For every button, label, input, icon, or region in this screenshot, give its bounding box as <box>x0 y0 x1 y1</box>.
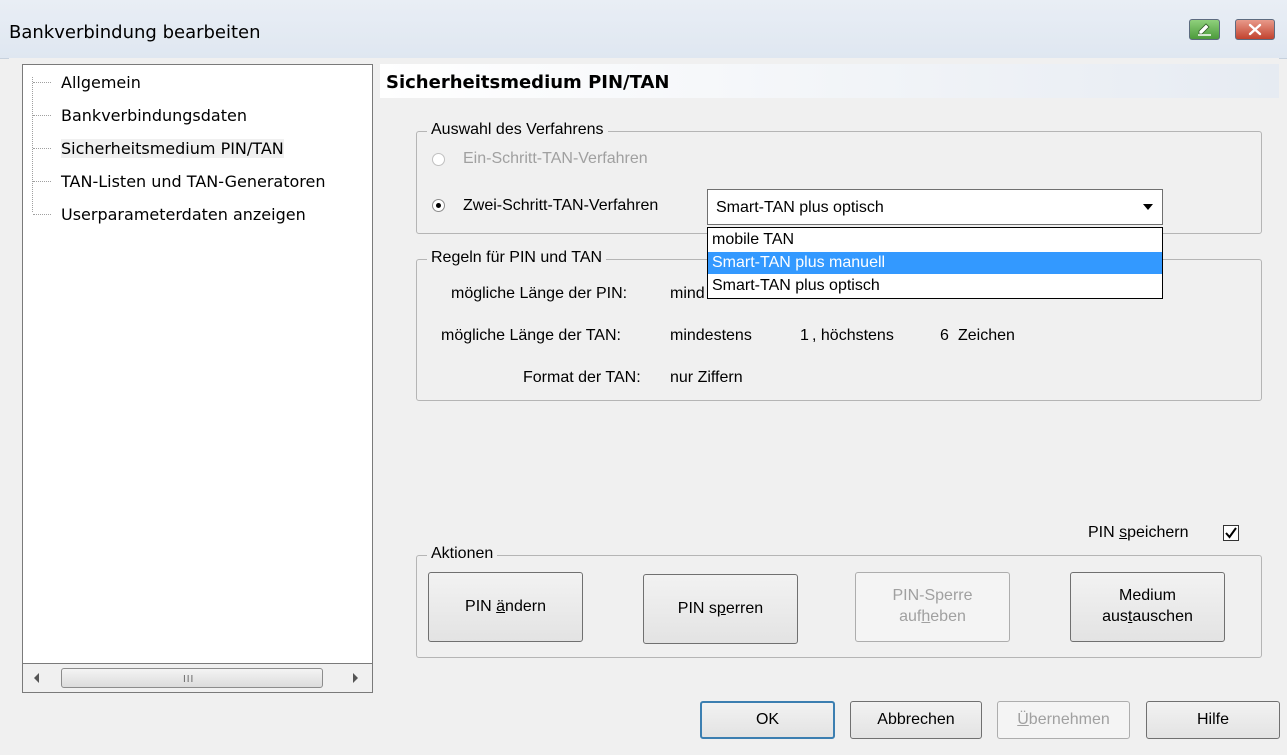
button-label-part: PIN <box>465 597 497 615</box>
pin-speichern-checkbox[interactable] <box>1223 525 1239 541</box>
button-label-part: erren <box>725 599 764 617</box>
tree-horizontal-scrollbar[interactable]: III <box>22 663 373 693</box>
tan-format-value: nur Ziffern <box>670 369 743 386</box>
dropdown-option-mobile-tan[interactable]: mobile TAN <box>708 229 1162 251</box>
title-bar: Bankverbindung bearbeiten <box>0 0 1287 59</box>
apply-button[interactable]: Übernehmen <box>997 701 1130 739</box>
pin-length-value: mind <box>670 285 705 302</box>
tree-item-userparameterdaten[interactable]: Userparameterdaten anzeigen <box>33 204 306 230</box>
dropdown-button[interactable] <box>1135 191 1161 223</box>
button-label-part: eben <box>930 608 966 625</box>
verfahren-select-value: Smart-TAN plus optisch <box>716 199 884 216</box>
tree-item-sicherheitsmedium[interactable]: Sicherheitsmedium PIN/TAN <box>33 138 284 164</box>
button-label-part: ndern <box>505 597 546 615</box>
radio-selected-dot <box>436 203 441 208</box>
pin-sperre-aufheben-label: PIN-Sperre aufheben <box>892 586 972 628</box>
section-header: Sicherheitsmedium PIN/TAN <box>380 64 1279 98</box>
medium-austauschen-button[interactable]: Medium austauschen <box>1070 572 1225 642</box>
navigation-tree[interactable]: Allgemein Bankverbindungsdaten Sicherhei… <box>22 64 373 693</box>
button-label-line: PIN-Sperre <box>892 587 973 605</box>
tree-branch-line <box>33 180 51 183</box>
apply-label-part: bernehmen <box>1028 711 1110 728</box>
ein-schritt-radio[interactable] <box>432 153 445 166</box>
button-label-part: aus <box>1102 608 1128 625</box>
ein-schritt-label: Ein-Schritt-TAN-Verfahren <box>463 150 648 167</box>
button-label-mnemonic: ä <box>496 597 506 615</box>
tree-branch-line <box>33 114 51 117</box>
apply-label-mnemonic: Ü <box>1017 711 1029 728</box>
dropdown-option-smart-tan-optisch[interactable]: Smart-TAN plus optisch <box>708 275 1162 297</box>
scroll-grip: III <box>183 674 195 685</box>
tan-unit: Zeichen <box>958 327 1015 344</box>
pin-length-label: mögliche Länge der PIN: <box>451 285 628 302</box>
checkmark-icon <box>1225 527 1237 539</box>
pin-speichern-label: PIN speichern <box>1088 524 1189 542</box>
scroll-left-icon[interactable] <box>34 673 39 683</box>
regeln-group-title: Regeln für PIN und TAN <box>427 249 607 267</box>
tree-branch-line <box>33 81 51 84</box>
close-icon[interactable] <box>1235 19 1275 40</box>
verfahren-group-title: Auswahl des Verfahrens <box>427 121 608 139</box>
tan-min-label: mindestens <box>670 327 752 344</box>
tree-item-bankverbindungsdaten[interactable]: Bankverbindungsdaten <box>33 105 247 131</box>
ok-button[interactable]: OK <box>700 701 835 739</box>
tree-item-allgemein[interactable]: Allgemein <box>33 72 141 98</box>
button-label-part: PIN s <box>677 599 717 617</box>
tree-item-label: Userparameterdaten anzeigen <box>61 205 306 224</box>
tree-item-label: Bankverbindungsdaten <box>61 106 247 125</box>
dropdown-option-smart-tan-manuell[interactable]: Smart-TAN plus manuell <box>708 252 1162 274</box>
pin-sperren-button[interactable]: PIN sperren <box>643 574 798 644</box>
dropdown-option-label: Smart-TAN plus optisch <box>712 277 880 294</box>
tree-item-label: Sicherheitsmedium PIN/TAN <box>61 139 284 158</box>
pin-speichern-label-part: peichern <box>1127 524 1189 541</box>
tree-branch-line <box>33 147 51 150</box>
window-title: Bankverbindung bearbeiten <box>9 22 261 43</box>
pin-aendern-label: PIN ändern <box>465 597 546 618</box>
zwei-schritt-radio[interactable] <box>432 199 445 212</box>
chevron-down-icon <box>1143 204 1153 210</box>
tan-max-value: 6 <box>940 327 949 344</box>
help-button[interactable]: Hilfe <box>1146 701 1280 739</box>
button-label-mnemonic: p <box>716 599 726 617</box>
pin-sperre-aufheben-button[interactable]: PIN-Sperre aufheben <box>855 572 1010 642</box>
tan-max-label: , höchstens <box>812 327 894 344</box>
apply-label: Übernehmen <box>1017 711 1110 729</box>
pin-aendern-button[interactable]: PIN ändern <box>428 572 583 642</box>
medium-austauschen-label: Medium austauschen <box>1102 586 1193 628</box>
aktionen-group-title: Aktionen <box>427 545 498 563</box>
tan-length-label: mögliche Länge der TAN: <box>441 327 621 344</box>
pin-speichern-label-mnemonic: s <box>1119 524 1128 541</box>
pin-speichern-label-part: PIN <box>1088 524 1120 541</box>
tree-item-label: Allgemein <box>61 73 141 92</box>
button-label-mnemonic: h <box>921 608 931 625</box>
scroll-thumb[interactable]: III <box>61 668 323 688</box>
tan-format-label: Format der TAN: <box>523 369 641 386</box>
tree-item-label: TAN-Listen und TAN-Generatoren <box>61 172 326 191</box>
dropdown-option-label: mobile TAN <box>712 231 795 248</box>
page-title: Sicherheitsmedium PIN/TAN <box>386 72 670 93</box>
scroll-right-icon[interactable] <box>353 673 358 683</box>
button-label-part: auf <box>899 608 922 625</box>
tan-min-value: 1 <box>800 327 809 344</box>
pin-sperren-label: PIN sperren <box>678 599 763 620</box>
verfahren-select[interactable]: Smart-TAN plus optisch <box>707 189 1163 225</box>
tree-branch-line <box>33 213 51 216</box>
button-label-part: auschen <box>1132 608 1193 625</box>
edit-window-icon[interactable] <box>1189 19 1220 40</box>
button-label-line: Medium <box>1119 587 1176 605</box>
zwei-schritt-label: Zwei-Schritt-TAN-Verfahren <box>463 197 659 214</box>
verfahren-dropdown-list: mobile TAN Smart-TAN plus manuell Smart-… <box>707 227 1163 299</box>
dropdown-option-label: Smart-TAN plus manuell <box>712 254 886 271</box>
cancel-button[interactable]: Abbrechen <box>850 701 982 739</box>
tree-item-tan-listen[interactable]: TAN-Listen und TAN-Generatoren <box>33 171 325 197</box>
